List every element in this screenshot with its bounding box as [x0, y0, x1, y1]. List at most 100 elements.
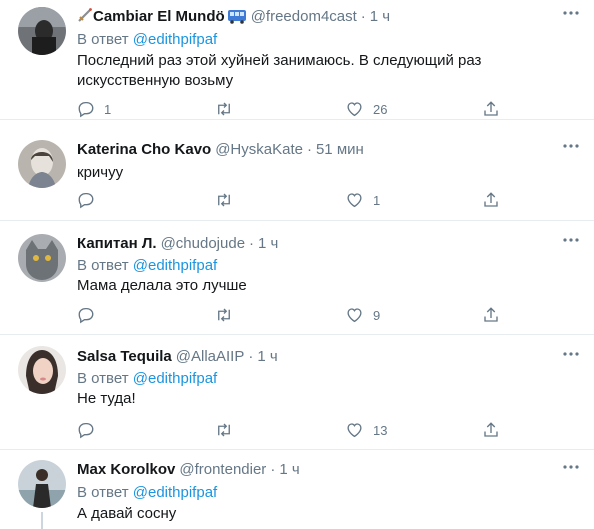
heart-icon: [347, 102, 362, 117]
display-name[interactable]: Katerina Cho Kavo: [77, 141, 211, 158]
reply-prefix: В ответ: [77, 370, 129, 387]
more-options-icon[interactable]: [562, 460, 580, 474]
tweet-header: Cambiar El Mundö @freedom4cast · 1 ч: [77, 7, 390, 27]
reply-context: В ответ @edithpifpaf: [77, 256, 217, 276]
like-count: 1: [373, 192, 381, 208]
like-button[interactable]: 9: [345, 305, 380, 325]
reply-button[interactable]: [77, 190, 104, 210]
mention-link[interactable]: @edithpifpaf: [133, 370, 217, 387]
thread-line: [41, 512, 43, 529]
mention-link[interactable]: @edithpifpaf: [133, 31, 217, 48]
reply-context: В ответ @edithpifpaf: [77, 369, 217, 389]
tweet-actions: 9: [77, 305, 517, 325]
tweet-actions: 1: [77, 190, 517, 210]
reply-context: В ответ @edithpifpaf: [77, 483, 217, 503]
tweet-text: Не туда!: [77, 390, 136, 407]
avatar[interactable]: [18, 140, 66, 188]
user-handle[interactable]: @chudojude: [161, 235, 245, 252]
reply-button[interactable]: 1: [77, 99, 111, 119]
avatar[interactable]: [18, 7, 66, 55]
timeline: Cambiar El Mundö @freedom4cast · 1 ч В отв…: [0, 0, 594, 529]
tweet-actions: 1 26: [77, 99, 517, 119]
tweet-text: Последний раз этой хуйней занимаюсь. В с…: [77, 52, 482, 89]
tweet[interactable]: Max Korolkov @frontendier · 1 ч В ответ @ed…: [0, 450, 594, 529]
timestamp[interactable]: 1 ч: [370, 8, 390, 25]
reply-prefix: В ответ: [77, 257, 129, 274]
mention-link[interactable]: @edithpifpaf: [133, 257, 217, 274]
reply-prefix: В ответ: [77, 484, 129, 501]
like-button[interactable]: 26: [345, 99, 387, 119]
user-handle[interactable]: @frontendier: [179, 461, 266, 478]
reply-prefix: В ответ: [77, 31, 129, 48]
avatar[interactable]: [18, 460, 66, 508]
tweet-text: А давай сосну: [77, 505, 177, 522]
more-options-icon[interactable]: [562, 139, 580, 153]
tweet-actions: 13: [77, 420, 517, 440]
tweet-header: Katerina Cho Kavo @HyskaKate · 51 мин: [77, 140, 364, 160]
share-button[interactable]: [482, 99, 500, 119]
share-icon: [484, 192, 498, 207]
retweet-icon: [218, 308, 230, 322]
heart-icon: [347, 193, 362, 208]
like-button[interactable]: 1: [345, 190, 380, 210]
retweet-button[interactable]: [214, 420, 243, 440]
mention-link[interactable]: @edithpifpaf: [133, 484, 217, 501]
separator-dot: ·: [360, 8, 366, 25]
like-button[interactable]: 13: [345, 420, 387, 440]
retweet-icon: [218, 102, 230, 116]
tweet-header: Max Korolkov @frontendier · 1 ч: [77, 460, 300, 480]
tweet[interactable]: Katerina Cho Kavo @HyskaKate · 51 мин кричу…: [0, 120, 594, 221]
avatar[interactable]: [18, 234, 66, 282]
display-name[interactable]: Max Korolkov: [77, 461, 175, 478]
reply-button[interactable]: [77, 420, 104, 440]
user-handle[interactable]: @AllaAIIP: [176, 348, 245, 365]
share-icon: [484, 101, 498, 116]
reply-icon: [78, 307, 94, 324]
reply-icon: [78, 101, 94, 118]
separator-dot: ·: [249, 235, 255, 252]
retweet-button[interactable]: [214, 190, 243, 210]
display-name[interactable]: Капитан Л.: [77, 235, 157, 252]
like-count: 13: [373, 422, 388, 438]
reply-context: В ответ @edithpifpaf: [77, 30, 217, 50]
user-handle[interactable]: @freedom4cast: [251, 8, 357, 25]
heart-icon: [347, 423, 362, 438]
share-icon: [484, 307, 498, 322]
tweet-header: Капитан Л. @chudojude · 1 ч: [77, 234, 278, 254]
like-count: 26: [373, 101, 388, 117]
more-options-icon[interactable]: [562, 233, 580, 247]
share-button[interactable]: [482, 190, 500, 210]
separator-dot: ·: [270, 461, 276, 478]
reply-icon: [78, 422, 94, 439]
share-button[interactable]: [482, 305, 500, 325]
timestamp[interactable]: 1 ч: [258, 235, 278, 252]
retweet-button[interactable]: [214, 99, 243, 119]
separator-dot: ·: [306, 141, 312, 158]
retweet-button[interactable]: [214, 305, 243, 325]
reply-button[interactable]: [77, 305, 104, 325]
display-name[interactable]: Salsa Tequila: [77, 348, 172, 365]
tweet[interactable]: Cambiar El Mundö @freedom4cast · 1 ч В отв…: [0, 0, 594, 120]
separator-dot: ·: [248, 348, 254, 365]
tweet-text: кричуу: [77, 164, 124, 181]
user-handle[interactable]: @HyskaKate: [215, 141, 303, 158]
reply-icon: [78, 192, 94, 209]
reply-count: 1: [104, 101, 112, 117]
tweet[interactable]: Капитан Л. @chudojude · 1 ч В ответ @edithp…: [0, 221, 594, 335]
tweet[interactable]: Salsa Tequila @AllaAIIP · 1 ч В ответ @edit…: [0, 335, 594, 450]
like-count: 9: [373, 307, 381, 323]
tweet-text: Мама делала это лучше: [77, 277, 247, 294]
heart-icon: [347, 308, 362, 323]
share-button[interactable]: [482, 420, 500, 440]
timestamp[interactable]: 1 ч: [257, 348, 277, 365]
share-icon: [484, 422, 498, 437]
timestamp[interactable]: 1 ч: [279, 461, 299, 478]
more-options-icon[interactable]: [562, 6, 580, 20]
avatar[interactable]: [18, 346, 66, 394]
more-options-icon[interactable]: [562, 347, 580, 361]
sword-icon: [77, 7, 93, 29]
retweet-icon: [218, 423, 230, 437]
timestamp[interactable]: 51 мин: [316, 141, 364, 158]
retweet-icon: [218, 193, 230, 207]
display-name[interactable]: Cambiar El Mundö: [93, 8, 225, 25]
